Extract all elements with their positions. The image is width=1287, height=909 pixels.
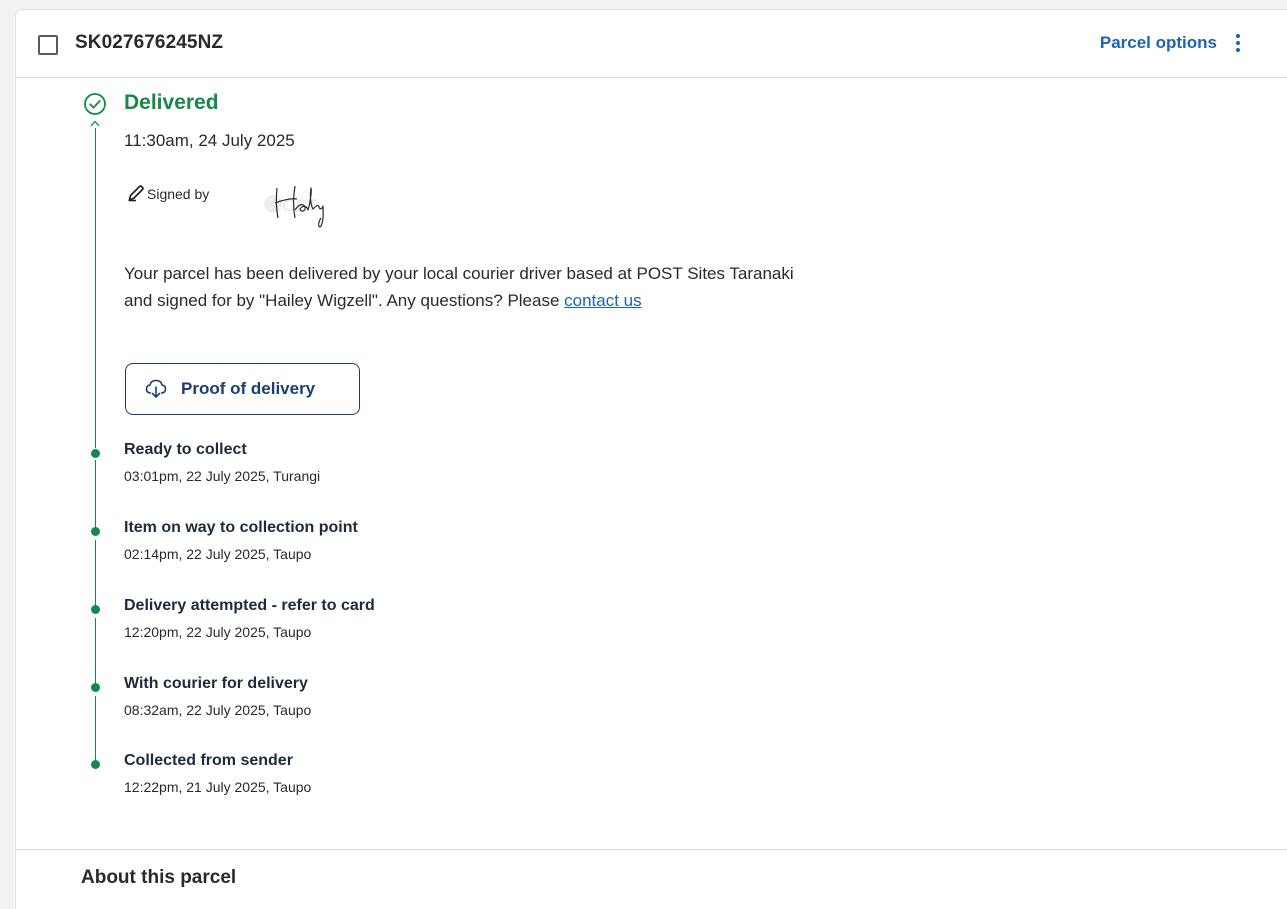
arrow-up-icon <box>90 120 100 127</box>
status-time: 11:30am, 24 July 2025 <box>124 131 295 150</box>
contact-us-link[interactable]: contact us <box>564 291 642 310</box>
description-text: Your parcel has been delivered by your l… <box>124 264 794 310</box>
event-title: Ready to collect <box>124 441 247 458</box>
delivery-description: Your parcel has been delivered by your l… <box>124 260 824 314</box>
event-dot <box>91 683 100 692</box>
event-title: With courier for delivery <box>124 675 308 692</box>
parcel-options-link[interactable]: Parcel options <box>1100 33 1217 53</box>
proof-of-delivery-label: Proof of delivery <box>181 379 316 398</box>
parcel-select-checkbox[interactable] <box>38 35 58 55</box>
event-title: Collected from sender <box>124 752 293 769</box>
timeline-line-main <box>95 128 96 448</box>
event-meta: 12:22pm, 21 July 2025, Taupo <box>124 779 312 795</box>
parcel-header: SK027676245NZ Parcel options <box>16 10 1287 78</box>
event-meta: 08:32am, 22 July 2025, Taupo <box>124 702 312 718</box>
signed-by-row: Signed by POST <box>127 182 427 228</box>
event-dot <box>91 605 100 614</box>
signature-image: POST <box>264 185 324 228</box>
cloud-download-icon <box>145 379 167 398</box>
check-circle-icon <box>84 93 106 115</box>
timeline-event: Delivery attempted - refer to card 12:20… <box>16 597 716 647</box>
pencil-icon <box>128 185 144 202</box>
signed-by-label: Signed by <box>147 186 210 202</box>
event-meta: 12:20pm, 22 July 2025, Taupo <box>124 624 312 640</box>
event-meta: 02:14pm, 22 July 2025, Taupo <box>124 546 312 562</box>
tracking-number: SK027676245NZ <box>75 32 224 53</box>
event-dot <box>91 760 100 769</box>
event-meta: 03:01pm, 22 July 2025, Turangi <box>124 468 321 484</box>
about-parcel-title: About this parcel <box>81 867 237 888</box>
timeline-event: Ready to collect 03:01pm, 22 July 2025, … <box>16 441 716 491</box>
timeline-event: Collected from sender 12:22pm, 21 July 2… <box>16 752 716 802</box>
event-dot <box>91 449 100 458</box>
event-title: Item on way to collection point <box>124 519 358 536</box>
timeline-event: Item on way to collection point 02:14pm,… <box>16 519 716 569</box>
about-parcel-section[interactable]: About this parcel <box>16 849 1287 909</box>
event-dot <box>91 527 100 536</box>
proof-of-delivery-button[interactable]: Proof of delivery <box>125 363 360 415</box>
timeline-event: With courier for delivery 08:32am, 22 Ju… <box>16 675 716 725</box>
event-title: Delivery attempted - refer to card <box>124 597 375 614</box>
parcel-card: SK027676245NZ Parcel options Delivered 1… <box>15 9 1287 909</box>
status-title: Delivered <box>124 91 219 114</box>
kebab-menu-icon[interactable] <box>1231 32 1245 54</box>
